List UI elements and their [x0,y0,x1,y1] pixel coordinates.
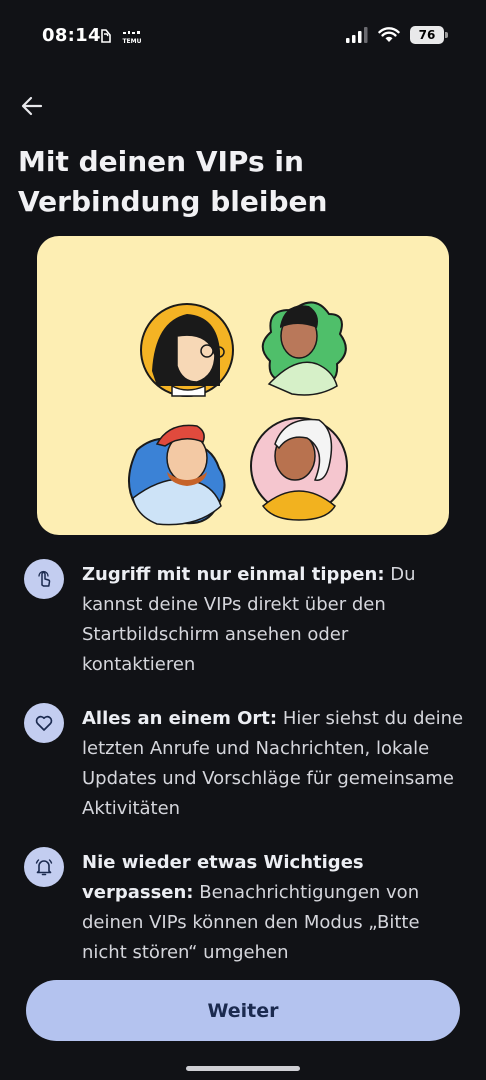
wifi-icon [378,27,400,42]
feature-text-never-miss: Nie wieder etwas Wichtiges verpassen: Be… [82,848,464,968]
feature-title: Alles an einem Ort: [82,708,278,729]
feature-icon-circle [24,703,64,743]
feature-text-quick-access: Zugriff mit nur einmal tippen: Du kannst… [82,560,464,680]
battery-level: 76 [418,28,436,42]
feature-item-never-miss: Nie wieder etwas Wichtiges verpassen: Be… [24,847,464,968]
battery-indicator: 76 [410,26,448,44]
avatar-woman-glasses [140,303,234,397]
arrow-back-icon [21,96,43,116]
temu-label: TEMU [122,38,141,45]
heart-icon [35,715,53,731]
status-time: 08:14 [42,25,101,46]
bell-icon [35,859,53,876]
feature-icon-circle [24,559,64,599]
avatar-man-red-cap [128,424,226,526]
page-title: Mit deinen VIPs in Verbindung bleiben [18,145,328,218]
tap-icon [38,570,51,587]
signal-icon [346,27,368,43]
feature-text-all-in-one: Alles an einem Ort: Hier siehst du deine… [82,704,464,824]
feature-title: Zugriff mit nur einmal tippen: [82,564,385,585]
back-button[interactable] [16,90,48,122]
temu-app-icon: TEMU [122,30,142,49]
feature-item-all-in-one: Alles an einem Ort: Hier siehst du deine… [24,703,464,824]
feature-list: Zugriff mit nur einmal tippen: Du kannst… [24,559,464,992]
vip-illustration [37,236,449,535]
avatar-man-green-shirt [261,301,347,396]
avatar-elderly-woman [250,417,348,521]
notification-icon [100,28,112,47]
continue-button[interactable]: Weiter [26,980,460,1041]
feature-item-quick-access: Zugriff mit nur einmal tippen: Du kannst… [24,559,464,680]
home-indicator[interactable] [186,1066,300,1071]
status-bar: 08:14 TEMU 76 [0,0,486,72]
feature-icon-circle [24,847,64,887]
